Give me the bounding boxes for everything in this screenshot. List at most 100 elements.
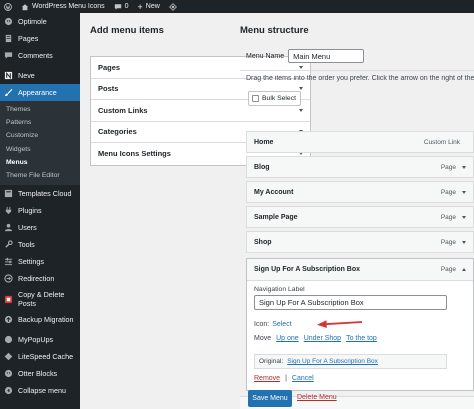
sidebar-item-label: MyPopUps — [18, 335, 54, 345]
move-to-top-link[interactable]: To the top — [346, 335, 377, 342]
copy-delete-icon — [4, 295, 13, 303]
move-label: Move — [254, 335, 272, 342]
caret-down-icon[interactable] — [462, 240, 466, 244]
mypopups-icon — [4, 336, 13, 344]
sidebar-item-settings[interactable]: Settings — [0, 253, 80, 270]
submenu-item-theme-file-editor[interactable]: Theme File Editor — [0, 169, 80, 182]
sidebar-item-pages[interactable]: Pages — [0, 30, 80, 47]
menu-item-title: Sample Page — [254, 213, 298, 221]
menu-item-title: My Account — [254, 188, 294, 196]
navigation-label-caption: Navigation Label — [254, 286, 305, 293]
wrench-icon — [5, 240, 13, 248]
move-under-shop-link[interactable]: Under Shop — [304, 335, 341, 342]
accordion-section-label: Menu Icons Settings — [98, 149, 171, 159]
menu-item-home[interactable]: Home Custom Link — [246, 131, 474, 153]
menu-item-sample-page[interactable]: Sample Page Page — [246, 206, 474, 228]
diamond-plugin-icon[interactable] — [168, 2, 177, 11]
plugins-icon — [5, 207, 12, 215]
menu-item-shop[interactable]: Shop Page — [246, 231, 474, 253]
menu-item-blog[interactable]: Blog Page — [246, 156, 474, 178]
wordpress-logo-icon[interactable] — [4, 2, 12, 11]
caret-down-icon[interactable] — [462, 190, 466, 194]
delete-menu-link[interactable]: Delete Menu — [297, 394, 337, 401]
sidebar-item-litespeed-cache[interactable]: LiteSpeed Cache — [0, 348, 80, 365]
sidebar-item-label: Settings — [18, 257, 44, 267]
sidebar-item-label: Templates Cloud — [18, 189, 72, 199]
bulk-select-checkbox[interactable] — [252, 95, 259, 102]
menu-item-title: Sign Up For A Subscription Box — [254, 266, 361, 273]
paintbrush-icon — [4, 88, 13, 97]
bulk-select-button[interactable]: Bulk Select — [248, 91, 301, 106]
admin-bar: WordPress Menu Icons 0 + New — [0, 0, 474, 13]
cancel-link[interactable]: Cancel — [292, 375, 314, 382]
sidebar-item-label: Appearance — [18, 88, 57, 97]
submenu-item-customize[interactable]: Customize — [0, 129, 80, 142]
sidebar-item-plugins[interactable]: Plugins — [0, 202, 80, 219]
submenu-item-menus[interactable]: Menus — [0, 156, 80, 169]
sidebar-item-label: Otter Blocks — [18, 369, 58, 379]
icon-row: Icon: Select — [254, 321, 292, 328]
drag-instructions: Drag the items into the order you prefer… — [246, 75, 474, 82]
menu-name-input[interactable] — [288, 49, 365, 63]
move-row: Move Up one Under Shop To the top — [254, 335, 377, 342]
sidebar-item-templates-cloud[interactable]: Templates Cloud — [0, 185, 80, 202]
original-link[interactable]: Sign Up For A Subscription Box — [287, 358, 378, 365]
comments-icon — [4, 52, 13, 59]
admin-sidebar: Optimole Pages Comments Neve Appearance … — [0, 13, 80, 409]
menu-item-type: Page — [440, 238, 456, 246]
icon-select-link[interactable]: Select — [272, 321, 291, 328]
otter-icon — [4, 370, 13, 378]
caret-down-icon[interactable] — [462, 215, 466, 219]
submenu-item-widgets[interactable]: Widgets — [0, 143, 80, 156]
menu-item-title: Shop — [254, 238, 272, 246]
sidebar-item-optimole[interactable]: Optimole — [0, 13, 80, 30]
sidebar-item-label: Neve — [18, 71, 35, 80]
sidebar-item-label: Redirection — [18, 274, 55, 284]
menu-item-type: Custom Link — [423, 138, 460, 146]
menu-item-title: Home — [254, 138, 274, 146]
collapse-icon — [4, 387, 13, 395]
comments-link[interactable]: 0 — [114, 3, 129, 11]
home-icon — [21, 3, 29, 10]
add-menu-items-title: Add menu items — [90, 25, 164, 36]
submenu-item-patterns[interactable]: Patterns — [0, 116, 80, 129]
sidebar-item-otter-blocks[interactable]: Otter Blocks — [0, 365, 80, 382]
sidebar-item-label: Pages — [18, 34, 39, 43]
sidebar-item-comments[interactable]: Comments — [0, 47, 80, 64]
settings-icon — [4, 258, 13, 266]
caret-down-icon[interactable] — [462, 165, 466, 169]
move-up-one-link[interactable]: Up one — [276, 335, 299, 342]
save-menu-button[interactable]: Save Menu — [248, 390, 292, 407]
accordion-section-label: Categories — [98, 127, 137, 137]
icon-label: Icon: — [254, 321, 270, 328]
menu-name-row: Menu Name — [246, 49, 365, 63]
menu-item-title: Blog — [254, 163, 270, 171]
sidebar-item-mypopups[interactable]: MyPopUps — [0, 331, 80, 348]
sidebar-item-label: Tools — [18, 240, 35, 250]
new-label: New — [145, 3, 160, 10]
sidebar-item-neve[interactable]: Neve — [0, 67, 80, 84]
sidebar-item-copy-delete-posts[interactable]: Copy & Delete Posts — [0, 287, 80, 311]
sidebar-item-label: Plugins — [18, 206, 42, 216]
site-name-link[interactable]: WordPress Menu Icons — [21, 3, 105, 11]
sidebar-item-backup-migration[interactable]: Backup Migration — [0, 311, 80, 328]
sidebar-item-label: Backup Migration — [18, 315, 74, 325]
users-icon — [4, 224, 13, 232]
navigation-label-input[interactable] — [254, 295, 447, 310]
appearance-submenu: Themes Patterns Customize Widgets Menus … — [0, 101, 80, 186]
menu-item-expanded-signup: Sign Up For A Subscription Box Page Navi… — [246, 258, 474, 391]
remove-link[interactable]: Remove — [254, 375, 280, 382]
menu-name-label: Menu Name — [246, 52, 285, 60]
sidebar-item-tools[interactable]: Tools — [0, 236, 80, 253]
annotation-arrow-icon — [317, 320, 363, 328]
menu-item-my-account[interactable]: My Account Page — [246, 181, 474, 203]
sidebar-item-appearance[interactable]: Appearance — [0, 84, 80, 101]
menu-item-type: Page — [440, 213, 456, 221]
sidebar-item-users[interactable]: Users — [0, 219, 80, 236]
new-content-link[interactable]: + New — [138, 2, 160, 11]
sidebar-collapse-menu[interactable]: Collapse menu — [0, 382, 80, 399]
menu-item-expanded-header[interactable]: Sign Up For A Subscription Box Page — [247, 259, 473, 281]
submenu-item-themes[interactable]: Themes — [0, 103, 80, 116]
caret-up-icon[interactable] — [462, 268, 466, 271]
sidebar-item-redirection[interactable]: Redirection — [0, 270, 80, 287]
